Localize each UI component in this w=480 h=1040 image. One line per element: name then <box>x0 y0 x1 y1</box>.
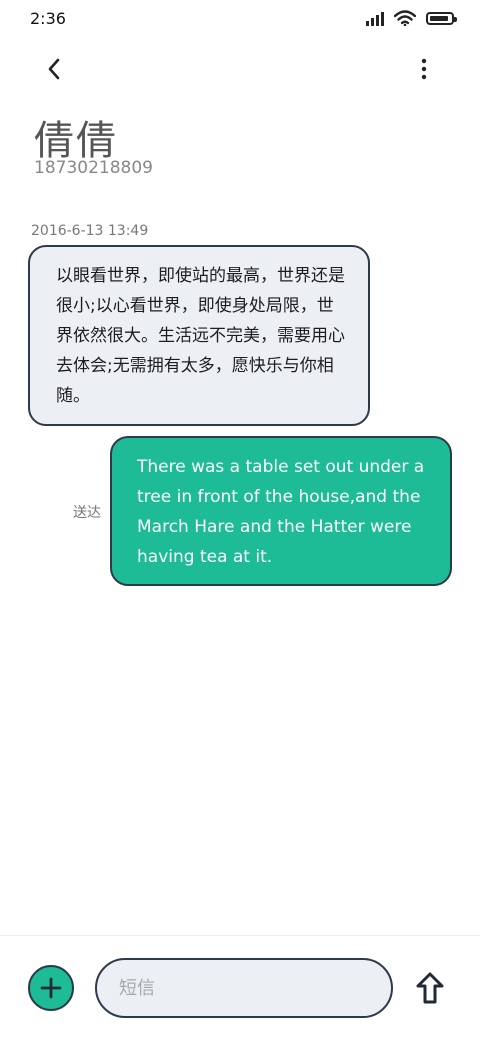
more-vertical-icon <box>421 58 427 80</box>
plus-icon <box>40 977 62 999</box>
add-attachment-button[interactable] <box>28 965 74 1011</box>
send-button[interactable] <box>410 968 450 1008</box>
messaging-screen: 2:36 倩倩 18730218809 2016-6-13 13:49 以眼看世… <box>0 0 480 1040</box>
more-options-button[interactable] <box>408 54 440 84</box>
status-time: 2:36 <box>30 9 66 28</box>
status-bar: 2:36 <box>0 0 480 40</box>
back-button[interactable] <box>36 54 72 84</box>
incoming-message-bubble[interactable]: 以眼看世界，即使站的最高，世界还是很小;以心看世界，即使身处局限，世界依然很大。… <box>28 245 370 426</box>
signal-icon <box>366 10 384 26</box>
back-arrow-icon <box>48 58 60 80</box>
outgoing-message-bubble[interactable]: There was a table set out under a tree i… <box>110 436 452 586</box>
battery-icon <box>426 11 457 25</box>
delivery-status: 送达 <box>73 505 101 521</box>
status-icons <box>366 10 457 26</box>
contact-number: 18730218809 <box>34 158 153 178</box>
outgoing-message-text: There was a table set out under a tree i… <box>137 457 425 567</box>
send-arrow-icon <box>416 972 444 1004</box>
message-input[interactable] <box>95 958 393 1018</box>
composer-divider <box>0 935 480 936</box>
wifi-icon <box>394 10 416 26</box>
message-timestamp: 2016-6-13 13:49 <box>31 223 149 239</box>
incoming-message-text: 以眼看世界，即使站的最高，世界还是很小;以心看世界，即使身处局限，世界依然很大。… <box>56 266 345 406</box>
battery-level <box>430 15 448 21</box>
